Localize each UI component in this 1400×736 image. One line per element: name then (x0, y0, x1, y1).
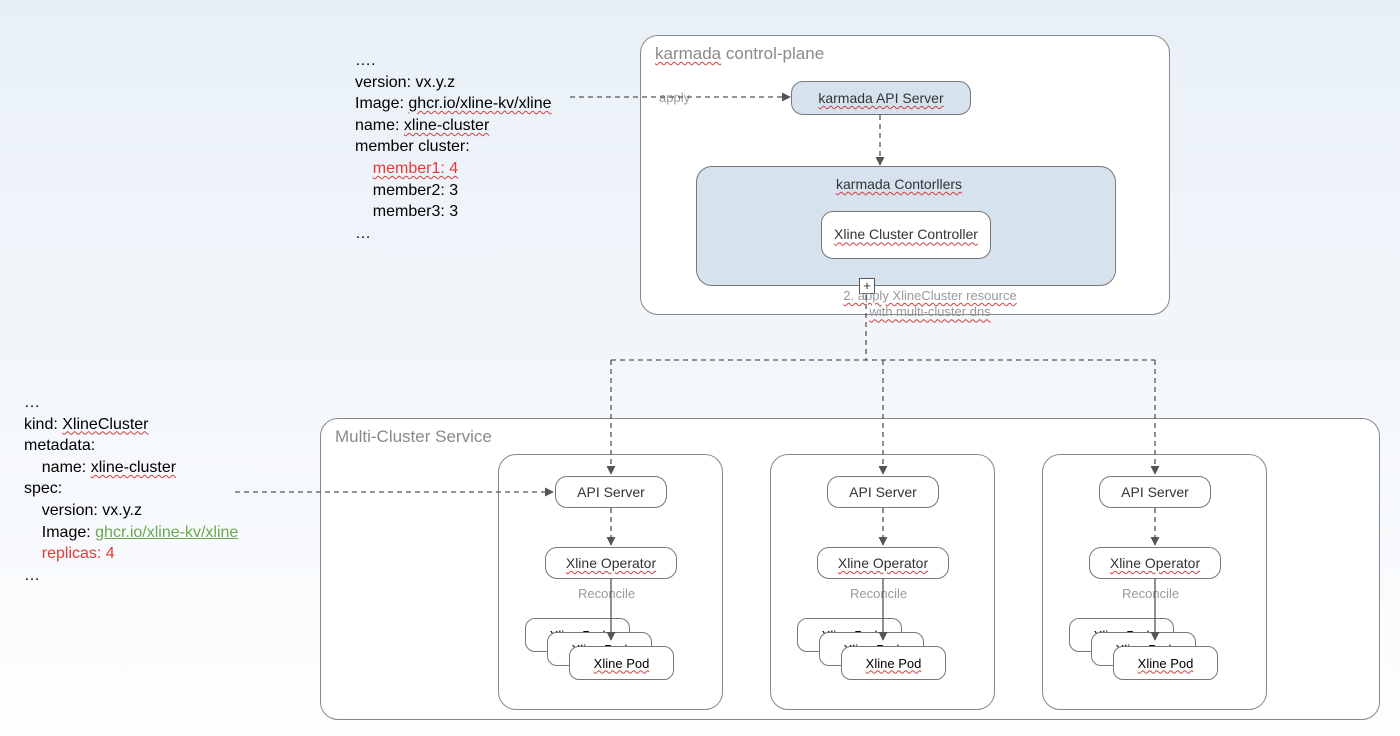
reconcile-label: Reconcile (850, 586, 907, 601)
yaml-value-link: ghcr.io/xline-kv/xline (95, 524, 238, 541)
yaml-key: kind: (24, 416, 62, 433)
title-text: control-plane (721, 44, 824, 63)
box-title: Multi-Cluster Service (335, 427, 492, 447)
title-text: karmada (655, 44, 721, 63)
yaml-line-highlight: replicas: 4 (24, 543, 238, 565)
xline-pod-node: Xline Pod (1113, 646, 1218, 680)
yaml-line: version: vx.y.z (24, 500, 238, 522)
api-server-node: API Server (555, 476, 667, 508)
api-server-node: API Server (1099, 476, 1211, 508)
yaml-value: ghcr.io/xline-kv/xline (408, 95, 551, 112)
api-server-node: API Server (827, 476, 939, 508)
yaml-value: xline-cluster (404, 117, 489, 134)
yaml-line: … (355, 223, 552, 245)
reconcile-label: Reconcile (1122, 586, 1179, 601)
xline-operator-node: Xline Operator (817, 547, 949, 579)
reconcile-label: Reconcile (578, 586, 635, 601)
yaml-line: Image: ghcr.io/xline-kv/xline (355, 93, 552, 115)
apply-label: apply (659, 90, 690, 106)
yaml-line: member2: 3 (355, 180, 552, 202)
yaml-key: Image: (24, 524, 95, 541)
xline-operator-node: Xline Operator (545, 547, 677, 579)
yaml-line: name: xline-cluster (355, 115, 552, 137)
yaml-line: metadata: (24, 435, 238, 457)
node-label: Xline Cluster Controller (834, 227, 978, 242)
yaml-line: name: xline-cluster (24, 457, 238, 479)
box-title: karmada control-plane (655, 44, 824, 64)
karmada-api-server-node: karmada API Server (791, 81, 971, 115)
yaml-line: …. (355, 50, 552, 72)
xline-cluster-controller-node: Xline Cluster Controller (821, 211, 991, 259)
xline-pod-node: Xline Pod (569, 646, 674, 680)
step2-caption: 2. apply XlineCluster resourcewith multi… (800, 288, 1060, 321)
yaml-key: name: (355, 117, 404, 134)
xline-operator-node: Xline Operator (1089, 547, 1221, 579)
yaml-line: … (24, 565, 238, 587)
yaml-config-bottom: … kind: XlineCluster metadata: name: xli… (24, 392, 238, 586)
yaml-line: … (24, 392, 238, 414)
yaml-value: XlineCluster (62, 416, 148, 433)
yaml-line: spec: (24, 478, 238, 500)
yaml-value: xline-cluster (91, 459, 176, 476)
node-label: karmada API Server (818, 90, 943, 106)
yaml-line-highlight: member1: 4 (355, 158, 552, 180)
yaml-config-top: …. version: vx.y.z Image: ghcr.io/xline-… (355, 50, 552, 244)
yaml-key: name: (24, 459, 91, 476)
yaml-key: Image: (355, 95, 408, 112)
yaml-line: kind: XlineCluster (24, 414, 238, 436)
yaml-line: member3: 3 (355, 201, 552, 223)
xline-pod-node: Xline Pod (841, 646, 946, 680)
controllers-title: karmada Contorllers (836, 176, 962, 194)
yaml-line: Image: ghcr.io/xline-kv/xline (24, 522, 238, 544)
yaml-line: version: vx.y.z (355, 72, 552, 94)
yaml-line: member cluster: (355, 136, 552, 158)
karmada-control-plane-box: karmada control-plane apply karmada API … (640, 35, 1170, 315)
